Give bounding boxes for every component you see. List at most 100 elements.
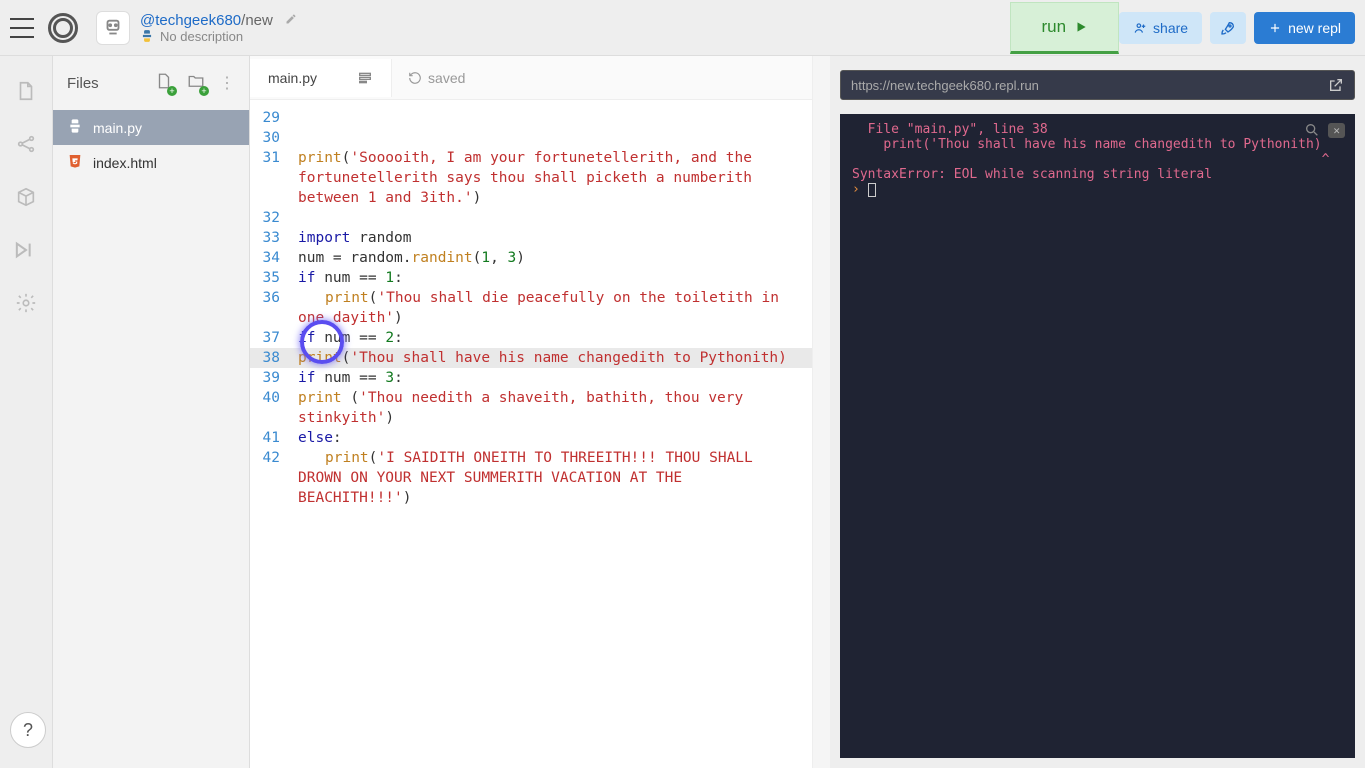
terminal-cursor xyxy=(868,183,876,197)
code-content[interactable]: num = random.randint(1, 3) xyxy=(298,248,812,268)
line-number: 31 xyxy=(250,148,298,168)
line-number: 34 xyxy=(250,248,298,268)
code-content[interactable]: print ('Thou needith a shaveith, bathith… xyxy=(298,388,812,428)
code-line[interactable]: 29 xyxy=(250,108,812,128)
new-file-icon[interactable] xyxy=(155,72,173,94)
line-number: 37 xyxy=(250,328,298,348)
rocket-button[interactable] xyxy=(1210,12,1246,44)
project-info: @techgeek680/new No description xyxy=(140,12,297,44)
terminal-panel: https://new.techgeek680.repl.run ✕ File … xyxy=(830,56,1365,768)
line-number: 39 xyxy=(250,368,298,388)
code-line[interactable]: 40print ('Thou needith a shaveith, bathi… xyxy=(250,388,812,428)
avatar[interactable] xyxy=(96,11,130,45)
play-icon xyxy=(1074,20,1088,34)
code-line[interactable]: 35if num == 1: xyxy=(250,268,812,288)
line-number: 32 xyxy=(250,208,298,228)
prompt-icon: › xyxy=(852,182,860,197)
code-content[interactable]: if num == 2: xyxy=(298,328,812,348)
terminal-line: print('Thou shall have his name changedi… xyxy=(852,137,1343,152)
terminal-line: ^ xyxy=(852,152,1343,167)
code-line[interactable]: 32 xyxy=(250,208,812,228)
run-button[interactable]: run xyxy=(1010,2,1119,54)
file-name: main.py xyxy=(93,120,142,136)
code-content[interactable]: print('Sooooith, I am your fortuneteller… xyxy=(298,148,812,208)
code-line[interactable]: 37if num == 2: xyxy=(250,328,812,348)
code-content[interactable] xyxy=(298,108,812,128)
file-item[interactable]: main.py xyxy=(53,110,249,145)
new-repl-button[interactable]: new repl xyxy=(1254,12,1355,44)
project-name[interactable]: new xyxy=(245,12,273,29)
pencil-icon[interactable] xyxy=(285,12,297,29)
plus-icon xyxy=(1268,21,1282,35)
new-folder-icon[interactable] xyxy=(187,72,205,94)
username[interactable]: @techgeek680 xyxy=(140,12,241,29)
code-content[interactable]: if num == 3: xyxy=(298,368,812,388)
project-path[interactable]: @techgeek680/new xyxy=(140,12,297,29)
debug-icon[interactable] xyxy=(13,239,39,266)
code-content[interactable]: print('I SAIDITH ONEITH TO THREEITH!!! T… xyxy=(298,448,812,508)
code-line[interactable]: 34num = random.randint(1, 3) xyxy=(250,248,812,268)
editor-tab[interactable]: main.py xyxy=(250,59,392,97)
rocket-icon xyxy=(1220,20,1236,36)
files-title: Files xyxy=(67,75,99,92)
code-content[interactable]: import random xyxy=(298,228,812,248)
files-panel: Files ⋮ main.py index.html xyxy=(52,56,250,768)
code-content[interactable] xyxy=(298,128,812,148)
code-line[interactable]: 36print('Thou shall die peacefully on th… xyxy=(250,288,812,328)
code-line[interactable]: 39if num == 3: xyxy=(250,368,812,388)
python-icon xyxy=(140,29,154,43)
search-icon[interactable] xyxy=(1304,122,1320,138)
help-button[interactable]: ? xyxy=(10,712,46,748)
open-external-icon[interactable] xyxy=(1328,77,1344,93)
replit-logo[interactable] xyxy=(48,13,78,43)
project-description: No description xyxy=(140,29,297,44)
code-editor[interactable]: 29 30 31print('Sooooith, I am your fortu… xyxy=(250,100,812,768)
editor-scrollbar[interactable] xyxy=(812,56,830,768)
cube-icon[interactable] xyxy=(15,186,37,213)
file-item[interactable]: index.html xyxy=(53,145,249,180)
header-actions: share new repl xyxy=(1119,12,1355,44)
line-number: 36 xyxy=(250,288,298,308)
code-content[interactable]: print('Thou shall have his name changedi… xyxy=(298,348,812,368)
share-nodes-icon[interactable] xyxy=(15,133,37,160)
files-icon[interactable] xyxy=(15,80,37,107)
person-plus-icon xyxy=(1133,21,1147,35)
line-number: 35 xyxy=(250,268,298,288)
code-line[interactable]: 38print('Thou shall have his name change… xyxy=(250,348,812,368)
code-content[interactable] xyxy=(298,208,812,228)
file-list: main.py index.html xyxy=(53,110,249,180)
code-content[interactable]: if num == 1: xyxy=(298,268,812,288)
terminal-prompt[interactable]: › xyxy=(852,182,1343,197)
html-icon xyxy=(67,153,83,172)
history-icon xyxy=(408,71,422,85)
python-icon xyxy=(67,118,83,137)
line-number: 38 xyxy=(250,348,298,368)
header: @techgeek680/new No description run shar… xyxy=(0,0,1365,56)
main: Files ⋮ main.py index.html main.py saved xyxy=(0,56,1365,768)
code-line[interactable]: 31print('Sooooith, I am your fortunetell… xyxy=(250,148,812,208)
terminal-line: SyntaxError: EOL while scanning string l… xyxy=(852,167,1343,182)
share-button[interactable]: share xyxy=(1119,12,1202,44)
line-number: 33 xyxy=(250,228,298,248)
icon-sidebar xyxy=(0,56,52,768)
format-icon[interactable] xyxy=(357,70,373,86)
editor-panel: main.py saved 29 30 31print('Sooooith, I… xyxy=(250,56,812,768)
hamburger-icon[interactable] xyxy=(10,18,34,38)
terminal[interactable]: ✕ File "main.py", line 38 print('Thou sh… xyxy=(840,114,1355,758)
code-line[interactable]: 33import random xyxy=(250,228,812,248)
code-line[interactable]: 41else: xyxy=(250,428,812,448)
editor-tabs: main.py saved xyxy=(250,56,812,100)
clear-icon[interactable]: ✕ xyxy=(1328,123,1345,138)
terminal-url-bar[interactable]: https://new.techgeek680.repl.run xyxy=(840,70,1355,100)
code-line[interactable]: 30 xyxy=(250,128,812,148)
files-header: Files ⋮ xyxy=(53,56,249,110)
line-number: 41 xyxy=(250,428,298,448)
line-number: 30 xyxy=(250,128,298,148)
code-content[interactable]: print('Thou shall die peacefully on the … xyxy=(298,288,812,328)
gear-icon[interactable] xyxy=(15,292,37,319)
code-content[interactable]: else: xyxy=(298,428,812,448)
code-line[interactable]: 42print('I SAIDITH ONEITH TO THREEITH!!!… xyxy=(250,448,812,508)
tab-label: main.py xyxy=(268,70,317,86)
more-icon[interactable]: ⋮ xyxy=(219,73,235,93)
line-number: 40 xyxy=(250,388,298,408)
